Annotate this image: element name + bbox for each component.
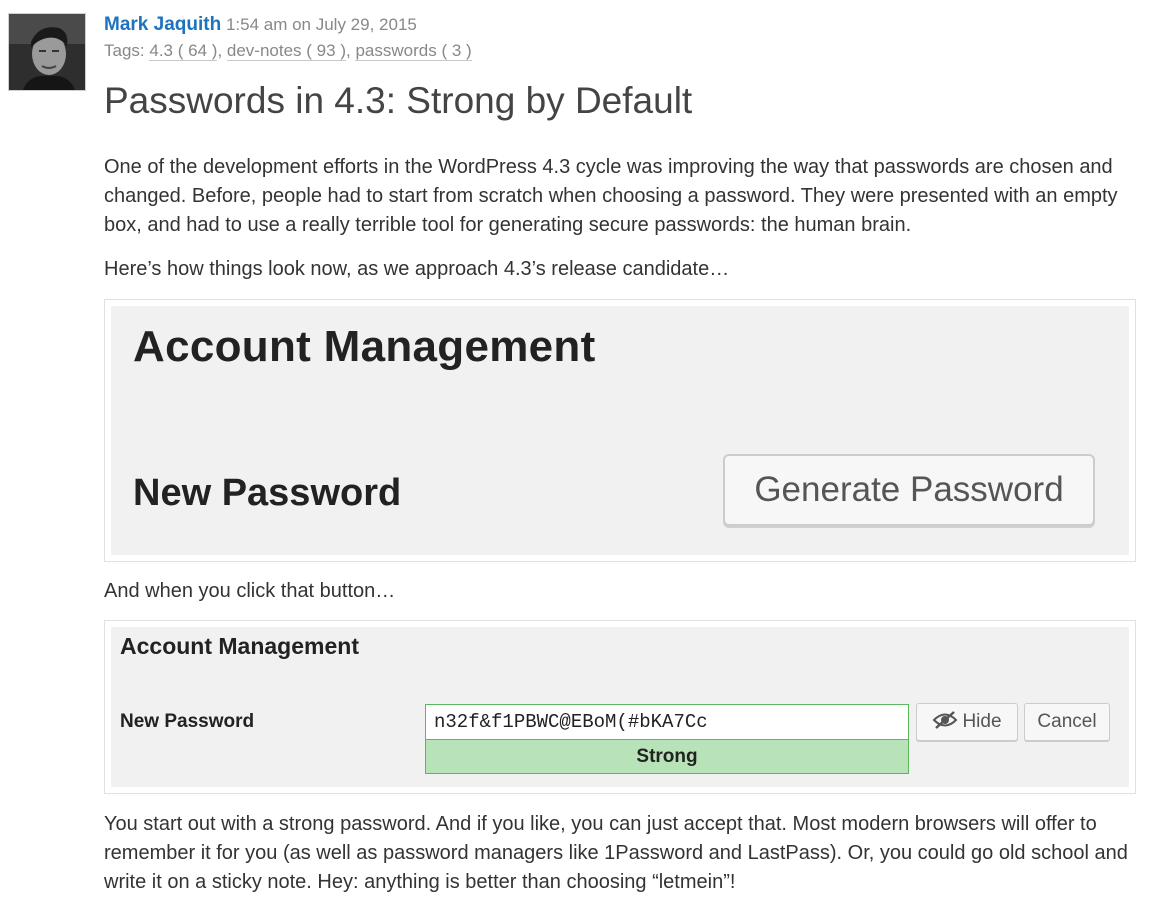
hide-password-button[interactable]: Hide xyxy=(916,703,1018,741)
account-management-heading: Account Management xyxy=(120,633,359,659)
screenshot-panel: Account Management New Password Generate… xyxy=(111,306,1129,555)
author-avatar[interactable] xyxy=(8,13,86,91)
generate-password-button[interactable]: Generate Password xyxy=(723,454,1095,526)
new-password-label: New Password xyxy=(120,711,255,732)
screenshot-strong-password: Account Management New Password n32f&f1P… xyxy=(104,620,1136,794)
author-link[interactable]: Mark Jaquith xyxy=(104,14,221,35)
tag-name: dev-notes xyxy=(226,41,302,60)
post-timestamp: 1:54 am on July 29, 2015 xyxy=(225,15,417,34)
new-password-input[interactable]: n32f&f1PBWC@EBoM(#bKA7Cc xyxy=(425,704,909,740)
tag-link-passwords[interactable]: passwords ( 3 ) xyxy=(355,41,472,61)
author-line: Mark Jaquith 1:54 am on July 29, 2015 xyxy=(104,12,472,38)
paragraph-intro: One of the development efforts in the Wo… xyxy=(104,156,1118,236)
paragraph-click: And when you click that button… xyxy=(104,580,396,602)
hide-button-label: Hide xyxy=(962,711,1002,732)
eye-slash-icon xyxy=(933,711,958,730)
account-management-heading: Account Management xyxy=(133,322,596,371)
post-title: Passwords in 4.3: Strong by Default xyxy=(104,80,693,121)
paragraph-conclusion: You start out with a strong password. An… xyxy=(104,813,1128,893)
password-strength-meter: Strong xyxy=(425,740,909,774)
avatar-image xyxy=(9,14,85,90)
post-meta: Mark Jaquith 1:54 am on July 29, 2015 Ta… xyxy=(104,12,472,64)
paragraph-now: Here’s how things look now, as we approa… xyxy=(104,258,730,280)
new-password-label: New Password xyxy=(133,472,402,514)
tag-count: ( 93 ) xyxy=(306,41,346,60)
tag-link-dev-notes[interactable]: dev-notes ( 93 ) xyxy=(226,41,346,61)
tags-label: Tags: xyxy=(104,41,145,60)
tag-name: 4.3 xyxy=(149,41,174,60)
tag-count: ( 64 ) xyxy=(177,41,218,60)
screenshot-panel: Account Management New Password n32f&f1P… xyxy=(111,627,1129,787)
tag-link-4-3[interactable]: 4.3 ( 64 ) xyxy=(149,41,218,61)
post-tags: Tags: 4.3 ( 64 ), dev-notes ( 93 ), pass… xyxy=(104,41,472,61)
screenshot-generate-password: Account Management New Password Generate… xyxy=(104,299,1136,562)
tag-name: passwords xyxy=(355,41,437,60)
tag-count: ( 3 ) xyxy=(441,41,472,60)
cancel-button[interactable]: Cancel xyxy=(1024,703,1110,741)
